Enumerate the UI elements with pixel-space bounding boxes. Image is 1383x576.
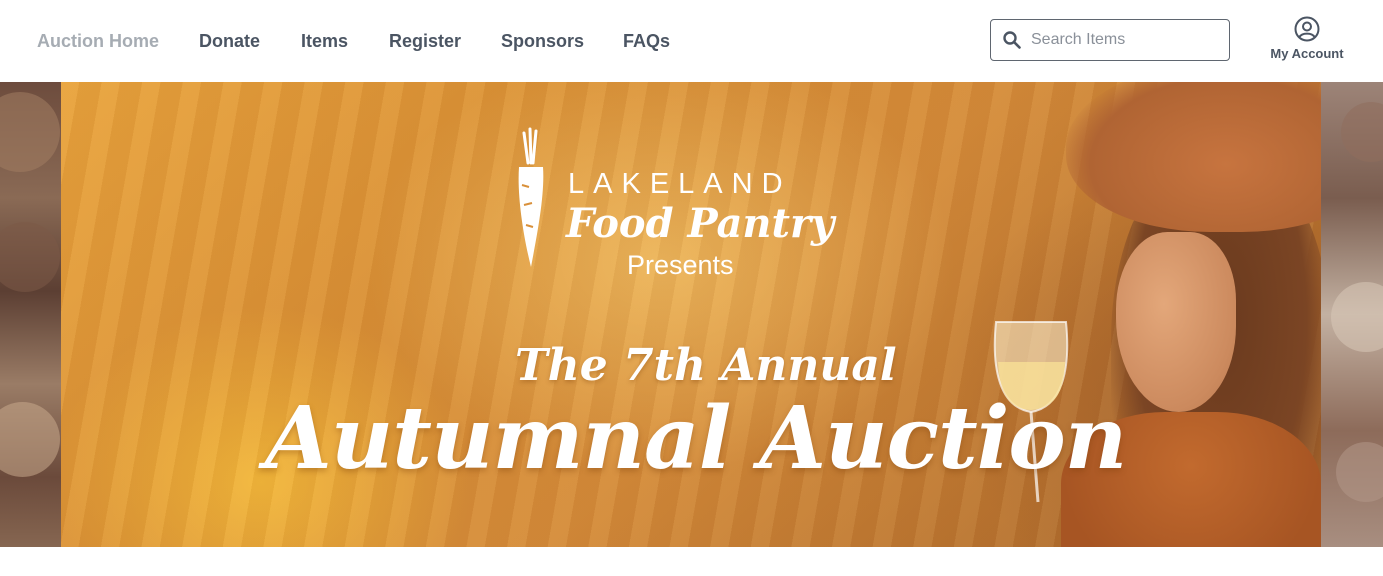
search-box[interactable] (990, 19, 1230, 61)
nav-auction-home[interactable]: Auction Home (37, 30, 159, 52)
search-input[interactable] (1031, 28, 1221, 52)
logo-food-pantry: Food Pantry (566, 200, 835, 247)
banner-photo-face (1116, 232, 1236, 412)
nav-items[interactable]: Items (301, 30, 348, 52)
nav-faqs[interactable]: FAQs (623, 30, 670, 52)
nav-sponsors[interactable]: Sponsors (501, 30, 584, 52)
nav-register[interactable]: Register (389, 30, 461, 52)
search-icon (1003, 31, 1021, 49)
user-circle-icon (1294, 16, 1320, 42)
cork-background-left (0, 82, 61, 547)
my-account-label: My Account (1270, 46, 1344, 61)
my-account-button[interactable]: My Account (1262, 16, 1352, 66)
banner-title: Autumnal Auction (265, 388, 1127, 489)
top-navigation: Auction Home Donate Items Register Spons… (0, 0, 1383, 82)
carrot-logo-icon (518, 127, 544, 267)
cork-background-right (1321, 82, 1383, 547)
logo-lakeland: LAKELAND (568, 168, 792, 200)
banner-presents: Presents (627, 250, 734, 280)
nav-donate[interactable]: Donate (199, 30, 260, 52)
banner-subtitle: The 7th Annual (515, 340, 897, 391)
